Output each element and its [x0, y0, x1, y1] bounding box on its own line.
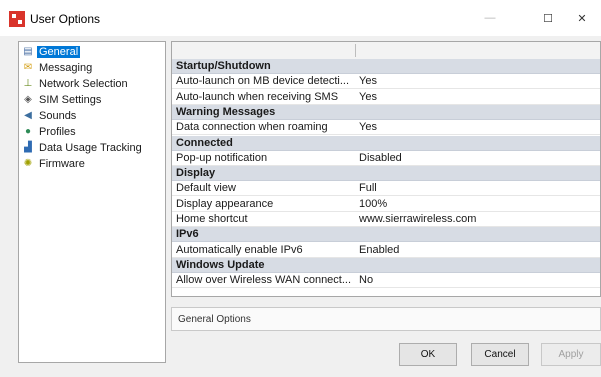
grid-section-row: Connected [172, 135, 600, 151]
app-icon [9, 11, 25, 27]
apply-button[interactable]: Apply [541, 343, 601, 366]
property-name: Auto-launch on MB device detecti... [176, 75, 350, 88]
options-tree[interactable]: ▤ General ✉ Messaging ⊥ Network Selection ◈ SIM… [18, 41, 166, 363]
tree-item-sounds[interactable]: ◀ Sounds [22, 108, 78, 124]
property-name: Display appearance [176, 197, 274, 210]
grid-property-row[interactable]: Home shortcut www.sierrawireless.com [172, 212, 600, 227]
firmware-icon: ✺ [23, 158, 33, 169]
property-name: Default view [176, 182, 236, 195]
property-name: Automatically enable IPv6 [176, 243, 303, 256]
tree-item-label: Data Usage Tracking [39, 142, 142, 154]
section-title: Warning Messages [176, 105, 276, 118]
grid-section-row: Display [172, 166, 600, 182]
tree-item-messaging[interactable]: ✉ Messaging [22, 60, 94, 76]
tree-item-network-selection[interactable]: ⊥ Network Selection [22, 76, 130, 92]
section-title: IPv6 [176, 228, 199, 241]
property-value[interactable]: Disabled [359, 152, 402, 164]
column-divider[interactable] [355, 44, 356, 57]
tree-item-label: SIM Settings [39, 94, 102, 106]
speaker-icon: ◀ [24, 110, 32, 121]
property-name: Data connection when roaming [176, 121, 328, 134]
grid-section-row: Windows Update [172, 257, 600, 273]
tree-item-data-usage-tracking[interactable]: ▟ Data Usage Tracking [22, 140, 144, 156]
tree-item-label: Firmware [39, 158, 85, 170]
property-value[interactable]: Yes [359, 75, 377, 87]
property-value[interactable]: Enabled [359, 244, 399, 256]
grid-property-row[interactable]: Auto-launch when receiving SMS Yes [172, 90, 600, 105]
tree-item-firmware[interactable]: ✺ Firmware [22, 156, 87, 172]
grid-section-row: Warning Messages [172, 104, 600, 120]
property-name: Allow over Wireless WAN connect... [176, 274, 352, 287]
grid-property-row[interactable]: Allow over Wireless WAN connect... No [172, 273, 600, 289]
close-button[interactable]: ✕ [563, 6, 601, 30]
tree-item-label: Sounds [39, 110, 77, 122]
tree-item-label: Profiles [39, 126, 76, 138]
grid-property-row[interactable]: Auto-launch on MB device detecti... Yes [172, 74, 600, 90]
antenna-icon: ⊥ [23, 78, 33, 89]
tree-item-sim-settings[interactable]: ◈ SIM Settings [22, 92, 103, 108]
grid-property-row[interactable]: Data connection when roaming Yes [172, 120, 600, 136]
minimize-button[interactable]: — [467, 6, 513, 30]
page-icon: ▤ [23, 46, 33, 57]
section-title: Display [176, 167, 216, 180]
grid-section-row: IPv6 [172, 227, 600, 243]
grid-header [172, 42, 600, 60]
section-title: Startup/Shutdown [176, 60, 271, 72]
sim-icon: ◈ [24, 94, 32, 105]
property-name: Pop-up notification [176, 151, 268, 164]
grid-property-row[interactable]: Automatically enable IPv6 Enabled [172, 243, 600, 258]
envelope-icon: ✉ [23, 62, 33, 73]
grid-property-row[interactable]: Pop-up notification Disabled [172, 151, 600, 166]
description-panel: General Options [171, 307, 601, 331]
property-name: Home shortcut [176, 213, 248, 225]
grid-property-row[interactable]: Default view Full [172, 181, 600, 197]
tree-item-general[interactable]: ▤ General [22, 44, 81, 60]
property-name: Auto-launch when receiving SMS [176, 90, 339, 103]
property-value[interactable]: No [359, 274, 373, 286]
tree-item-label: General [37, 46, 81, 58]
tree-item-label: Network Selection [39, 78, 128, 90]
chart-icon: ▟ [24, 142, 32, 153]
property-value[interactable]: Full [359, 182, 377, 194]
options-grid[interactable]: Startup/Shutdown Auto-launch on MB device… [171, 41, 601, 297]
grid-property-row[interactable]: Display appearance 100% [172, 197, 600, 212]
property-value[interactable]: Yes [359, 91, 377, 103]
tree-item-label: Messaging [39, 62, 93, 74]
ok-button[interactable]: OK [399, 343, 457, 366]
grid-section-row: Startup/Shutdown [172, 59, 600, 74]
profile-icon: ● [24, 126, 32, 137]
section-title: Windows Update [176, 258, 265, 271]
title-bar: User Options — ☐ ✕ [0, 0, 601, 36]
window-title: User Options [30, 12, 101, 26]
tree-item-profiles[interactable]: ● Profiles [22, 124, 78, 140]
property-value[interactable]: Yes [359, 121, 377, 133]
property-value[interactable]: www.sierrawireless.com [359, 213, 476, 225]
section-title: Connected [176, 136, 233, 149]
property-value[interactable]: 100% [359, 198, 387, 210]
cancel-button[interactable]: Cancel [471, 343, 529, 366]
